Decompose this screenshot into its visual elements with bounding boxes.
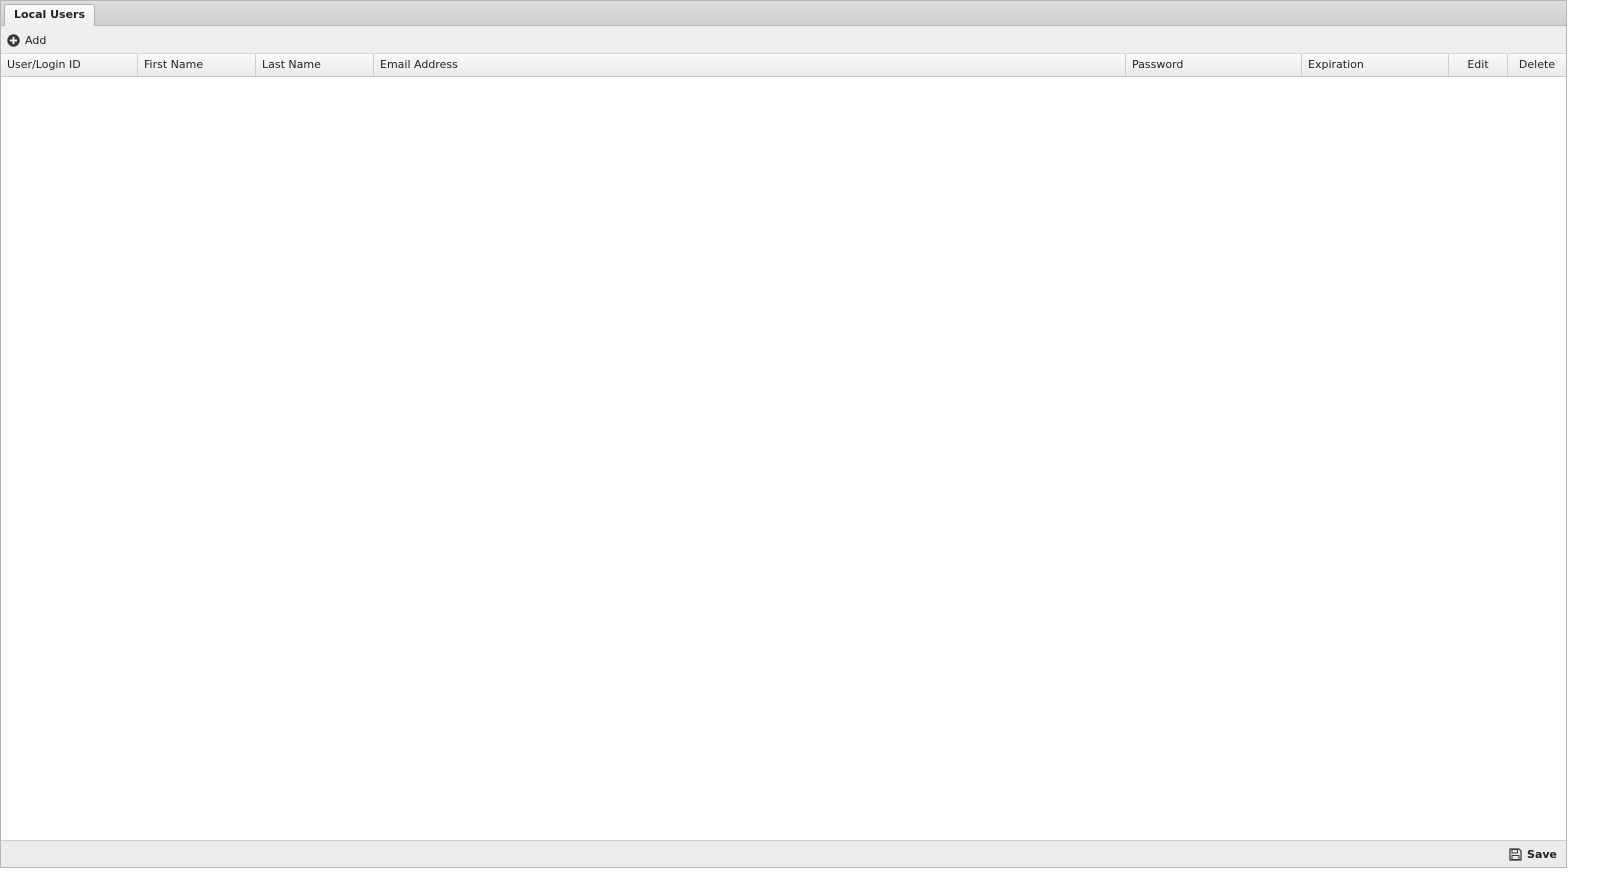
column-header-email-address[interactable]: Email Address: [374, 54, 1126, 76]
plus-circle-icon: [7, 33, 20, 47]
column-header-edit[interactable]: Edit: [1449, 54, 1508, 76]
toolbar: Add: [1, 26, 1566, 54]
users-grid-header: User/Login ID First Name Last Name Email…: [1, 54, 1566, 77]
column-header-delete[interactable]: Delete: [1508, 54, 1566, 76]
users-grid-body[interactable]: [1, 77, 1566, 840]
add-button-label: Add: [25, 33, 47, 47]
column-header-expiration[interactable]: Expiration: [1302, 54, 1449, 76]
floppy-disk-icon: [1509, 847, 1522, 861]
save-button[interactable]: Save: [1509, 846, 1557, 862]
add-button[interactable]: Add: [7, 32, 46, 48]
tab-bar: Local Users: [1, 1, 1566, 26]
column-header-last-name[interactable]: Last Name: [256, 54, 374, 76]
tab-local-users[interactable]: Local Users: [4, 4, 96, 26]
footer-bar: Save: [1, 840, 1566, 867]
save-button-label: Save: [1527, 847, 1557, 861]
column-header-password[interactable]: Password: [1126, 54, 1302, 76]
local-users-panel: Local Users Add User/Login ID First Name…: [0, 0, 1567, 868]
column-header-user-login-id[interactable]: User/Login ID: [1, 54, 138, 76]
column-header-first-name[interactable]: First Name: [138, 54, 256, 76]
